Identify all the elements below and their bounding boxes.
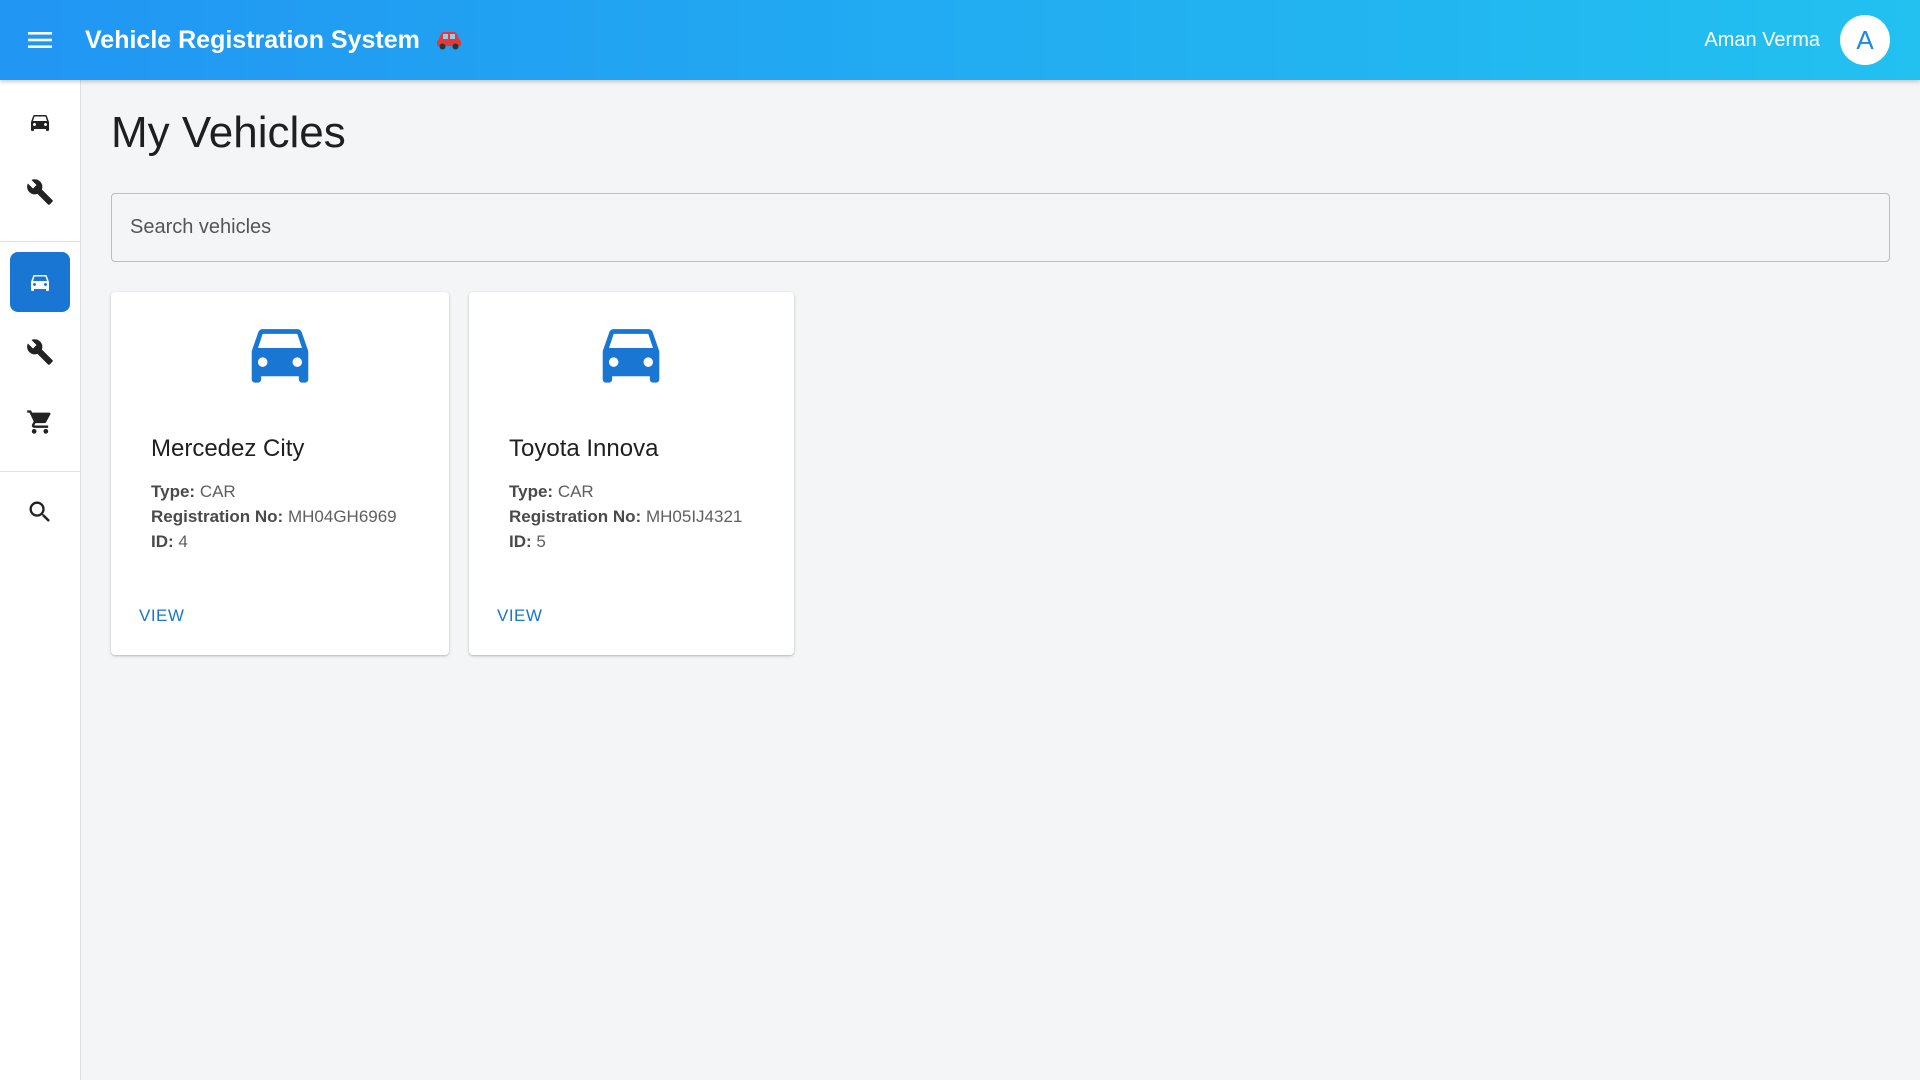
vehicle-registration-line: Registration No: MH04GH6969	[151, 507, 397, 527]
search-icon	[29, 501, 50, 522]
search-input[interactable]	[112, 194, 1889, 261]
vehicle-name: Toyota Innova	[509, 435, 659, 462]
id-label: ID:	[151, 532, 174, 551]
car-icon	[251, 329, 309, 383]
sidebar	[0, 80, 81, 1080]
registration-label: Registration No:	[151, 507, 284, 526]
vehicle-type: CAR	[199, 482, 236, 501]
vehicle-card: Toyota Innova Type: CAR Registration No:…	[469, 292, 794, 655]
user-name: Aman Verma	[1704, 29, 1820, 51]
sidebar-divider	[0, 241, 80, 242]
wrench-icon	[27, 179, 53, 205]
hamburger-menu-icon	[28, 32, 52, 48]
vehicle-card: Mercedez City Type: CAR Registration No:…	[111, 292, 449, 655]
app-title: Vehicle Registration System	[85, 26, 420, 54]
sidebar-item-search[interactable]	[10, 482, 70, 542]
vehicle-id-line: ID: 4	[151, 532, 188, 552]
vehicle-type: CAR	[557, 482, 594, 501]
vehicle-name: Mercedez City	[151, 435, 305, 462]
vehicle-type-line: Type: CAR	[509, 482, 594, 502]
sidebar-item-shop[interactable]	[10, 392, 70, 452]
cart-icon	[27, 410, 51, 434]
sidebar-item-my-vehicles[interactable]	[10, 252, 70, 312]
view-button[interactable]: VIEW	[497, 606, 542, 626]
sidebar-item-services[interactable]	[10, 162, 70, 222]
user-avatar[interactable]: A	[1840, 15, 1890, 65]
car-icon	[31, 275, 49, 291]
car-icon	[31, 115, 49, 131]
vehicle-id: 4	[178, 532, 188, 551]
vehicle-registration: MH05IJ4321	[645, 507, 743, 526]
vehicle-registration: MH04GH6969	[287, 507, 397, 526]
type-label: Type:	[509, 482, 554, 501]
sidebar-divider	[0, 471, 80, 472]
app-bar: Vehicle Registration System Aman Verma A	[0, 0, 1920, 80]
red-car-emoji-icon	[437, 32, 461, 50]
vehicle-type-line: Type: CAR	[151, 482, 236, 502]
sidebar-item-vehicles[interactable]	[10, 92, 70, 152]
vehicle-id-line: ID: 5	[509, 532, 546, 552]
wrench-icon	[27, 339, 53, 365]
registration-label: Registration No:	[509, 507, 642, 526]
sidebar-item-my-services[interactable]	[10, 322, 70, 382]
vehicle-id: 5	[536, 532, 546, 551]
id-label: ID:	[509, 532, 532, 551]
car-icon	[602, 329, 660, 383]
type-label: Type:	[151, 482, 196, 501]
vehicle-registration-line: Registration No: MH05IJ4321	[509, 507, 742, 527]
search-field[interactable]	[111, 193, 1890, 262]
menu-button[interactable]	[20, 20, 60, 60]
page-title: My Vehicles	[111, 108, 346, 157]
view-button[interactable]: VIEW	[139, 606, 184, 626]
